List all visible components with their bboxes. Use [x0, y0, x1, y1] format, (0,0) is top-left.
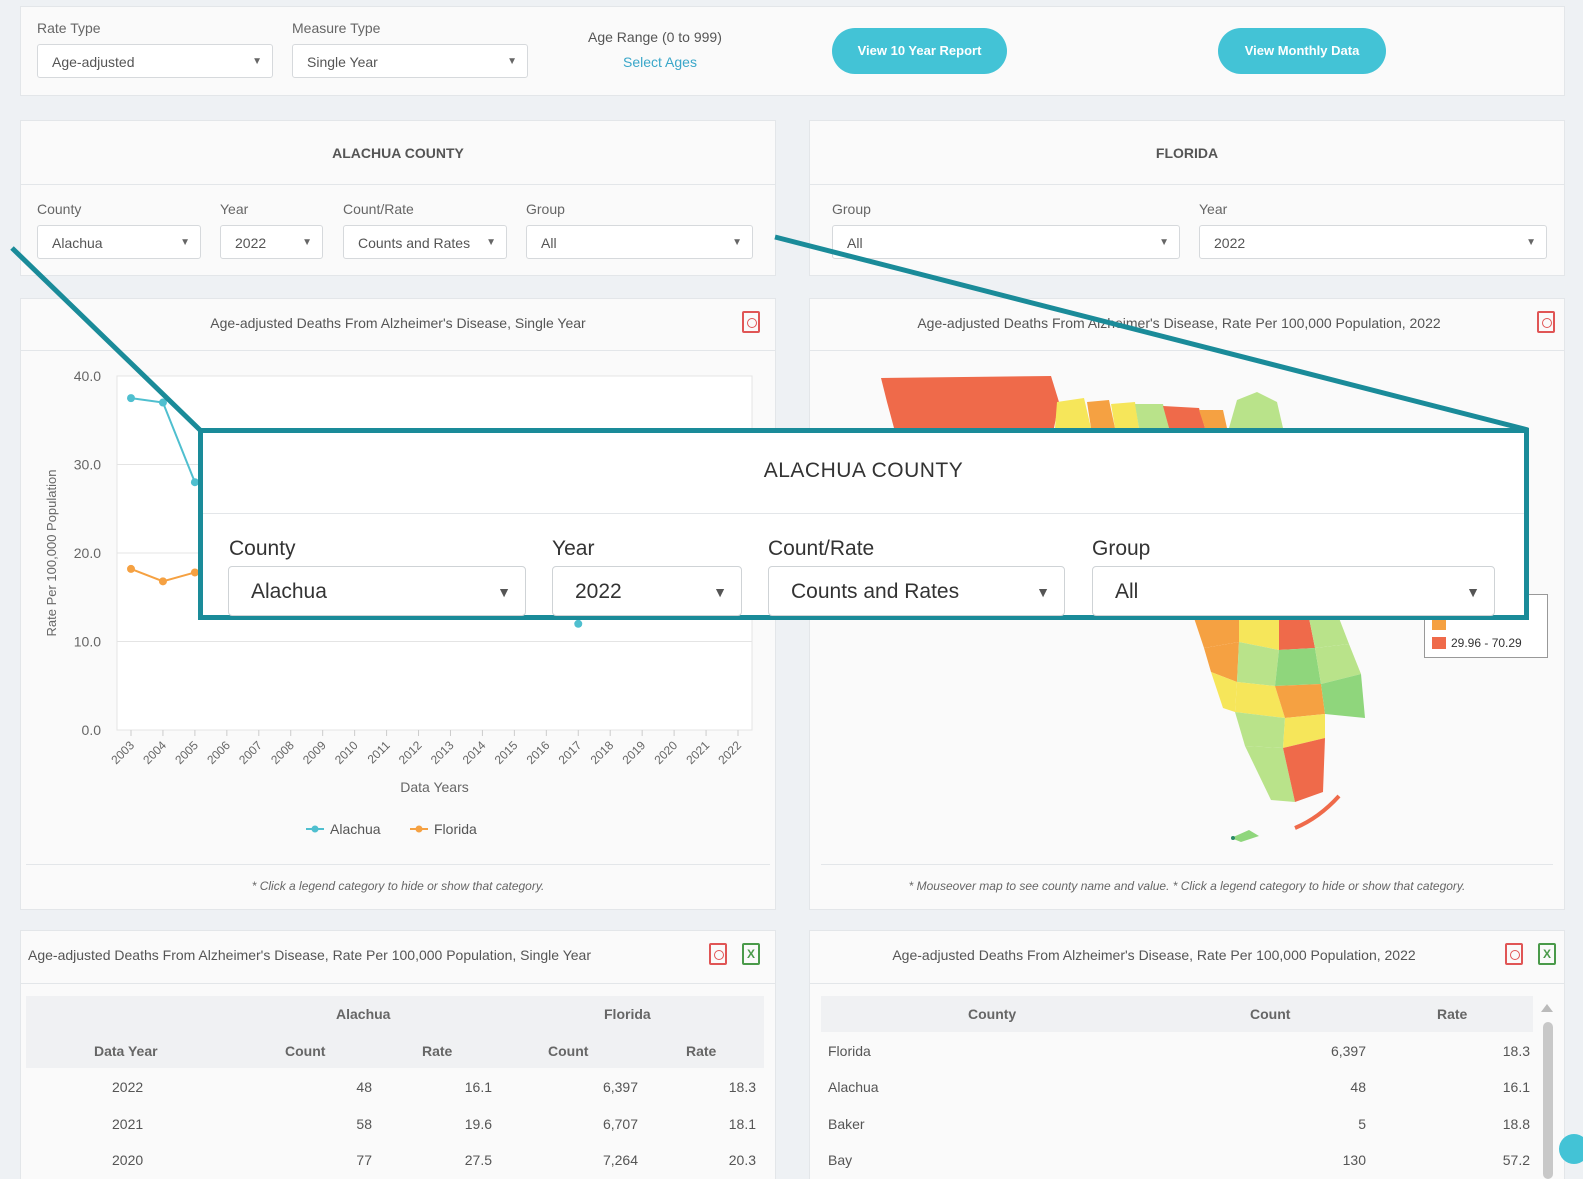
zoom-count-rate-select[interactable]: Counts and Rates ▼: [768, 566, 1065, 616]
zoom-group-value: All: [1115, 580, 1139, 603]
chevron-down-icon: ▼: [1466, 584, 1480, 600]
divider: [203, 513, 1524, 514]
zoom-panel-title: ALACHUA COUNTY: [763, 459, 964, 482]
zoomed-county-panel: ALACHUA COUNTY County Alachua ▼ Year 202…: [198, 428, 1529, 620]
chevron-down-icon: ▼: [713, 584, 727, 600]
zoom-year-label: Year: [552, 537, 595, 560]
chevron-down-icon: ▼: [497, 584, 511, 600]
zoom-group-select[interactable]: All ▼: [1092, 566, 1495, 616]
zoom-county-label: County: [229, 537, 296, 560]
zoom-count-rate-label: Count/Rate: [768, 537, 875, 560]
zoom-year-value: 2022: [575, 580, 622, 603]
zoom-year-select[interactable]: 2022 ▼: [552, 566, 742, 616]
zoom-group-label: Group: [1092, 537, 1151, 560]
zoom-county-select[interactable]: Alachua ▼: [228, 566, 526, 616]
chevron-down-icon: ▼: [1036, 584, 1050, 600]
zoom-county-value: Alachua: [251, 580, 327, 603]
zoom-count-rate-value: Counts and Rates: [791, 580, 960, 603]
